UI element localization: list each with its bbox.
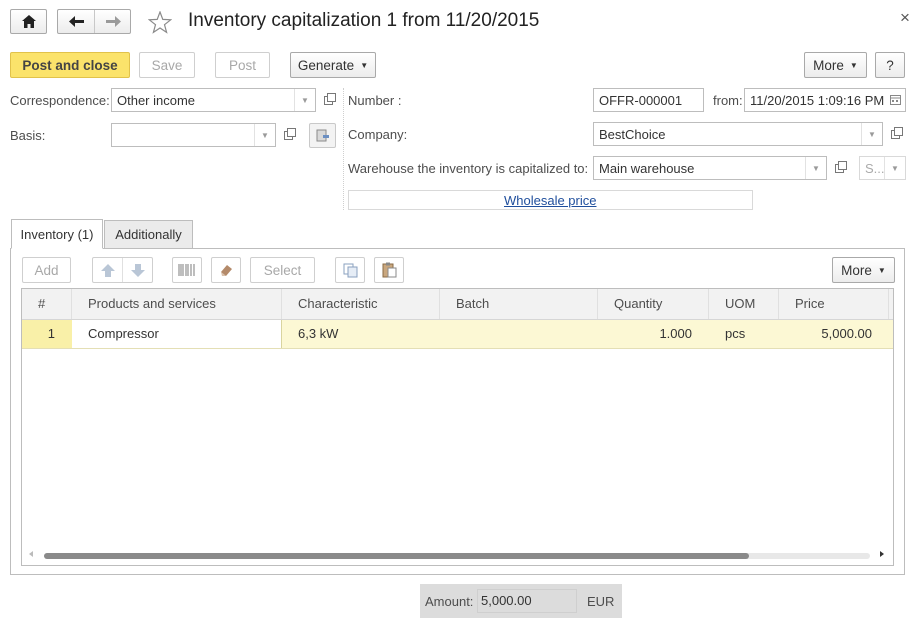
open-warehouse-icon[interactable]: [829, 156, 849, 180]
paste-rows-button[interactable]: [374, 257, 404, 283]
arrow-left-icon: [68, 16, 84, 27]
company-value: BestChoice: [599, 126, 666, 142]
open-basis-icon[interactable]: [278, 123, 298, 147]
copy-icon: [343, 263, 357, 277]
basis-label: Basis:: [10, 128, 46, 143]
scroll-right-icon[interactable]: [880, 551, 884, 557]
tab-inventory[interactable]: Inventory (1): [11, 219, 103, 249]
table-row[interactable]: 1 Compressor 6,3 kW 1.000 pcs 5,000.00: [22, 320, 893, 349]
storage-bin-field[interactable]: S... ▼: [859, 156, 906, 180]
chevron-down-icon: ▼: [849, 60, 858, 70]
scroll-thumb[interactable]: [44, 553, 749, 559]
inventory-table: # Products and services Characteristic B…: [21, 288, 894, 566]
barcode-button[interactable]: [172, 257, 202, 283]
horizontal-scrollbar[interactable]: [22, 547, 893, 565]
chevron-down-icon[interactable]: ▼: [254, 124, 275, 146]
correspondence-label: Correspondence:: [10, 93, 110, 108]
warehouse-field[interactable]: Main warehouse ▼: [593, 156, 827, 180]
open-correspondence-icon[interactable]: [318, 88, 338, 112]
more-button[interactable]: More ▼: [804, 52, 867, 78]
correspondence-field[interactable]: Other income ▼: [111, 88, 316, 112]
amount-panel: Amount: 5,000.00 EUR: [420, 584, 622, 618]
chevron-down-icon: ▼: [360, 60, 369, 70]
calendar-icon[interactable]: [885, 89, 905, 111]
cell-uom: pcs: [725, 326, 746, 341]
price-kind-link[interactable]: Wholesale price: [504, 193, 597, 208]
cell-batch: [440, 320, 598, 348]
column-header-characteristic[interactable]: Characteristic: [282, 289, 440, 319]
chevron-down-icon[interactable]: ▼: [294, 89, 315, 111]
window-title: Inventory capitalization 1 from 11/20/20…: [188, 10, 540, 31]
save-button[interactable]: Save: [139, 52, 195, 78]
company-field[interactable]: BestChoice ▼: [593, 122, 883, 146]
back-button[interactable]: [58, 10, 95, 33]
post-and-close-button[interactable]: Post and close: [10, 52, 130, 78]
home-icon: [21, 15, 36, 28]
arrow-right-icon: [105, 16, 121, 27]
barcode-icon: [178, 264, 195, 276]
chevron-down-icon[interactable]: ▼: [805, 157, 826, 179]
eraser-icon: [221, 265, 232, 276]
add-button[interactable]: Add: [22, 257, 71, 283]
currency-label: EUR: [587, 594, 615, 609]
basis-field[interactable]: ▼: [111, 123, 276, 147]
company-label: Company:: [348, 127, 408, 142]
column-header-num[interactable]: #: [22, 289, 72, 319]
fill-by-basis-button[interactable]: [309, 123, 336, 148]
copy-rows-button[interactable]: [335, 257, 365, 283]
more-label: More: [813, 57, 844, 73]
paste-icon: [382, 262, 396, 278]
column-header-products[interactable]: Products and services: [72, 289, 282, 319]
table-more-label: More: [841, 262, 872, 278]
column-header-quantity[interactable]: Quantity: [598, 289, 709, 319]
date-field[interactable]: 11/20/2015 1:09:16 PM: [744, 88, 906, 112]
cell-quantity: 1.000: [659, 326, 692, 341]
number-value: OFFR-000001: [599, 92, 683, 108]
post-button[interactable]: Post: [215, 52, 270, 78]
amount-value: 5,000.00: [477, 589, 577, 613]
number-field[interactable]: OFFR-000001: [593, 88, 704, 112]
section-divider: [343, 88, 344, 210]
chevron-down-icon[interactable]: ▼: [861, 123, 882, 145]
amount-label: Amount:: [425, 594, 474, 609]
column-header-price[interactable]: Price: [779, 289, 889, 319]
chevron-down-icon[interactable]: ▼: [884, 157, 905, 179]
star-icon[interactable]: [148, 11, 172, 34]
column-header-batch[interactable]: Batch: [440, 289, 598, 319]
select-button[interactable]: Select: [250, 257, 315, 283]
scroll-left-icon[interactable]: [29, 551, 33, 557]
cell-num: 1: [22, 320, 72, 348]
cell-product: Compressor: [72, 320, 282, 348]
generate-label: Generate: [297, 57, 355, 73]
table-more-button[interactable]: More ▼: [832, 257, 895, 283]
eraser-button[interactable]: [211, 257, 241, 283]
column-header-uom[interactable]: UOM: [709, 289, 779, 319]
history-nav: [57, 9, 131, 34]
correspondence-value: Other income: [117, 92, 196, 108]
date-value: 11/20/2015 1:09:16 PM: [750, 92, 885, 108]
close-icon[interactable]: ×: [900, 8, 910, 28]
cell-price: 5,000.00: [821, 326, 872, 341]
cell-characteristic: 6,3 kW: [298, 326, 339, 341]
home-button[interactable]: [10, 9, 47, 34]
storage-bin-value: S...: [865, 160, 885, 176]
open-company-icon[interactable]: [885, 122, 905, 146]
forward-button[interactable]: [95, 10, 131, 33]
generate-button[interactable]: Generate ▼: [290, 52, 376, 78]
from-label: from:: [713, 93, 743, 108]
help-button[interactable]: ?: [875, 52, 905, 78]
move-rows-group: [92, 257, 153, 283]
tab-additionally[interactable]: Additionally: [104, 220, 193, 249]
warehouse-label: Warehouse the inventory is capitalized t…: [348, 161, 589, 176]
fill-document-icon: [316, 129, 329, 141]
table-header: # Products and services Characteristic B…: [22, 289, 893, 320]
warehouse-value: Main warehouse: [599, 160, 695, 176]
chevron-down-icon: ▼: [877, 265, 886, 275]
arrow-down-icon[interactable]: [123, 258, 152, 282]
arrow-up-icon[interactable]: [93, 258, 123, 282]
number-label: Number :: [348, 93, 402, 108]
